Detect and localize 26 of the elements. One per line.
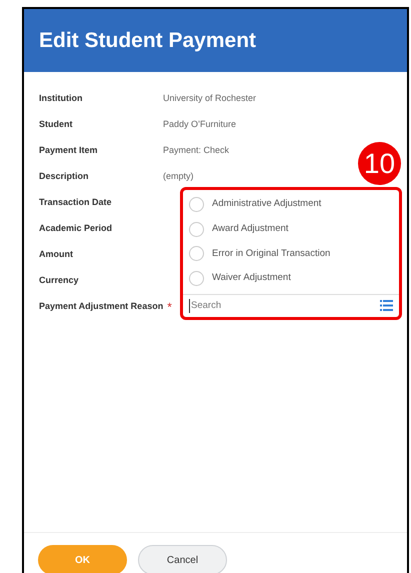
field-value: (empty) — [163, 170, 194, 184]
radio-button[interactable] — [189, 270, 204, 286]
radio-option[interactable]: Error in Original Transaction — [183, 241, 399, 266]
search-field[interactable]: Search — [189, 298, 380, 313]
field-label: Description — [39, 170, 90, 184]
radio-button[interactable] — [189, 246, 204, 262]
field-label: Payment Adjustment Reason — [39, 300, 164, 314]
dialog-title: Edit Student Payment — [39, 28, 256, 54]
field-label: Currency — [39, 274, 80, 288]
field-label: Institution — [39, 92, 84, 106]
field-label: Transaction Date — [39, 196, 113, 210]
field-value: Paddy O’Furniture — [163, 118, 236, 132]
field-label: Amount — [39, 248, 74, 262]
field-label: Payment Item — [39, 144, 99, 158]
cancel-button[interactable]: Cancel — [138, 545, 227, 573]
radio-button[interactable] — [189, 222, 204, 237]
radio-option[interactable]: Waiver Adjustment — [183, 266, 399, 291]
radio-button[interactable] — [189, 196, 204, 212]
required-mark: * — [167, 301, 172, 313]
field-value: University of Rochester — [163, 92, 256, 106]
field-label: Student — [39, 118, 74, 132]
list-icon[interactable] — [380, 300, 393, 312]
radio-option[interactable]: Award Adjustment — [183, 216, 399, 242]
field-value: Payment: Check — [163, 144, 230, 158]
field-label: Academic Period — [39, 222, 114, 236]
radio-option[interactable]: Administrative Adjustment — [183, 192, 399, 217]
